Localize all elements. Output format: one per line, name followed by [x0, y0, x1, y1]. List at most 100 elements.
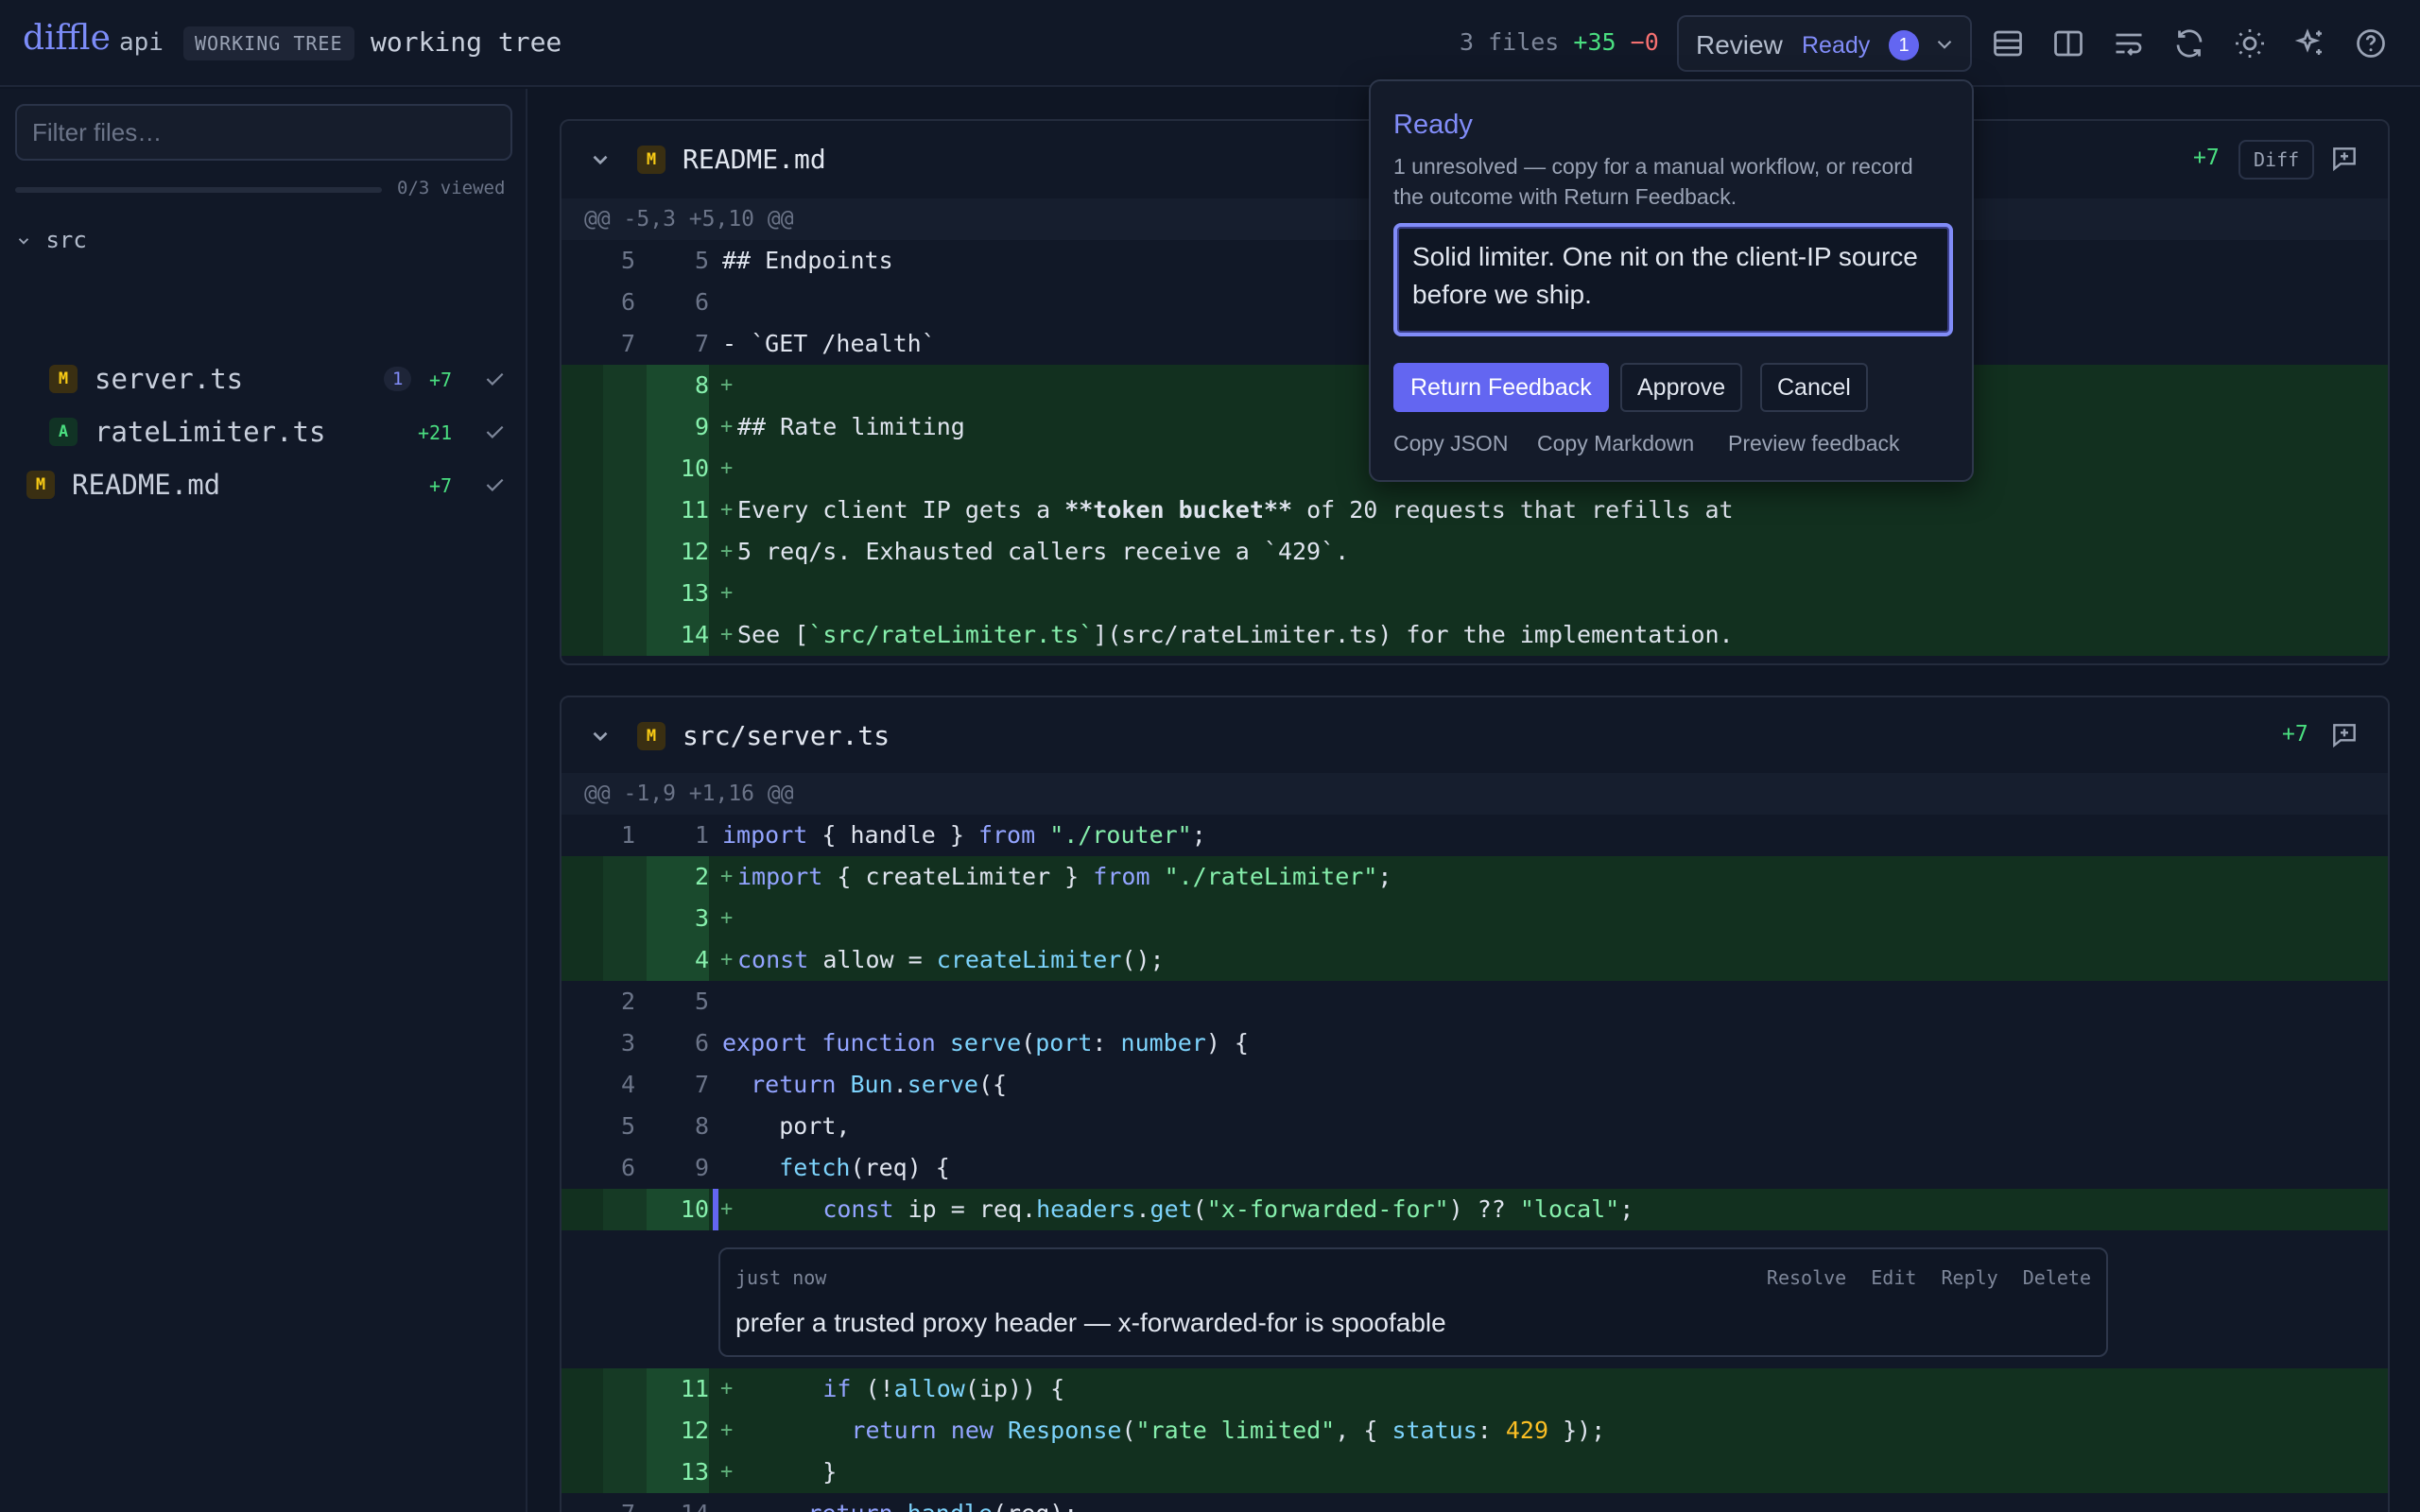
diff-line[interactable]: 6 9 fetch(req) { [562, 1147, 2388, 1189]
code-text: export function serve(port: number) { [722, 1022, 1249, 1064]
added-line[interactable]: 12 +5 req/s. Exhausted callers receive a … [562, 531, 2388, 573]
file-item-server[interactable]: M server.ts 1 +7 [0, 353, 526, 404]
diff-line[interactable]: 25 [562, 981, 2388, 1022]
edit-button[interactable]: Edit [1871, 1266, 1916, 1289]
old-gutter [603, 365, 647, 406]
filter-files-input[interactable]: Filter files… [15, 104, 512, 161]
code-segment: ( [1021, 1029, 1036, 1057]
diff-line[interactable]: 3 6 export function serve(port: number) { [562, 1022, 2388, 1064]
copy-markdown-link[interactable]: Copy Markdown [1537, 431, 1694, 456]
added-line[interactable]: 11 + Every client IP gets a **token bucket… [562, 490, 2388, 531]
added-line[interactable]: 3 + [562, 898, 2388, 939]
unified-view-icon[interactable] [1991, 26, 2025, 60]
app-logo[interactable]: diffle [23, 19, 111, 58]
approve-button[interactable]: Approve [1620, 363, 1743, 412]
new-line-number: 14 [645, 1493, 709, 1512]
plus-sign: + [720, 1460, 734, 1484]
new-line-number: 7 [694, 1071, 709, 1098]
split-view-icon[interactable] [2051, 26, 2085, 60]
delete-button[interactable]: Delete [2023, 1266, 2091, 1289]
code-segment: : [1477, 1417, 1506, 1444]
comment-actions: Resolve Edit Reply Delete [1754, 1266, 2091, 1289]
add-comment-icon[interactable] [2329, 720, 2360, 750]
old-line-number: 7 [620, 330, 635, 357]
type: number [1120, 1029, 1206, 1057]
resolve-button[interactable]: Resolve [1767, 1266, 1846, 1289]
viewed-check-icon[interactable] [482, 420, 507, 444]
viewed-check-icon[interactable] [482, 472, 507, 497]
help-icon[interactable] [2354, 26, 2388, 60]
string: "./router" [1049, 821, 1192, 849]
code-text: const ip = req.headers.get("x-forwarded-… [737, 1189, 1634, 1230]
code-segment: . [892, 1071, 908, 1098]
added-badge: A [49, 418, 78, 446]
added-line[interactable]: 13 + } [562, 1452, 2388, 1493]
diff-line[interactable]: 4 7 return Bun.serve({ [562, 1064, 2388, 1106]
chevron-down-icon [1937, 40, 1952, 49]
diff-toggle-button[interactable]: Diff [2238, 140, 2315, 180]
old-line-number: 5 [620, 247, 635, 274]
hunk-header: @@ -1,9 +1,16 @@ [562, 773, 2388, 815]
added-line[interactable]: 14 + See [`src/rateLimiter.ts`](src/rateLi… [562, 614, 2388, 656]
old-gutter [603, 1189, 647, 1230]
code-segment: ({ [977, 1071, 1008, 1098]
added-line[interactable]: 2 + import { createLimiter } from "./rateL… [562, 856, 2388, 898]
feedback-textarea[interactable]: Solid limiter. One nit on the client-IP … [1393, 223, 1953, 336]
return-feedback-button[interactable]: Return Feedback [1393, 363, 1609, 412]
refresh-icon[interactable] [2172, 26, 2206, 60]
new-line-number: 5 [694, 988, 709, 1015]
added-line[interactable]: 13 + [562, 573, 2388, 614]
diff-line[interactable]: 7 14 return handle(req); [562, 1493, 2388, 1512]
old-gutter [603, 1368, 647, 1410]
modified-badge: M [637, 146, 666, 174]
selection-marker [713, 1189, 718, 1230]
new-line-number: 2 [647, 856, 709, 898]
param: port [1035, 1029, 1093, 1057]
theme-sun-icon[interactable] [2233, 26, 2267, 60]
modified-badge: M [26, 471, 55, 499]
diff-line[interactable]: 1 1 import { handle } from "./router"; [562, 815, 2388, 856]
added-count: +7 [429, 369, 453, 391]
comment-count-badge: 1 [384, 367, 412, 391]
preview-feedback-link[interactable]: Preview feedback [1728, 431, 1900, 456]
reply-button[interactable]: Reply [1941, 1266, 1997, 1289]
old-line-number: 7 [562, 1493, 635, 1512]
added-line[interactable]: 11 + if (!allow(ip)) { [562, 1368, 2388, 1410]
repo-name: api [119, 28, 164, 57]
sparkles-icon[interactable] [2293, 26, 2327, 60]
plus-sign: + [720, 948, 734, 971]
review-button[interactable]: Review Ready 1 [1677, 15, 1972, 72]
file-item-readme[interactable]: M README.md +7 [0, 459, 526, 510]
keyword: const [737, 946, 809, 973]
viewed-check-icon[interactable] [482, 367, 507, 391]
cancel-button[interactable]: Cancel [1760, 363, 1868, 412]
collapse-chevron-icon[interactable] [588, 147, 613, 172]
keyword: new [950, 1417, 994, 1444]
file-item-ratelimiter[interactable]: A rateLimiter.ts +21 [0, 406, 526, 457]
old-gutter [603, 1410, 647, 1452]
folder-src[interactable]: src [15, 227, 87, 253]
add-comment-icon[interactable] [2329, 144, 2360, 174]
plus-sign: + [720, 623, 734, 646]
new-line-number: 12 [647, 1410, 709, 1452]
old-gutter [603, 406, 647, 448]
code-segment: { createLimiter } [822, 863, 1094, 890]
diff-line[interactable]: 5 8 port, [562, 1106, 2388, 1147]
code-segment: , { [1335, 1417, 1392, 1444]
keyword: return [751, 1071, 837, 1098]
wrap-lines-icon[interactable] [2112, 26, 2146, 60]
folder-label: src [45, 227, 87, 253]
code-text: return Bun.serve({ [722, 1064, 1007, 1106]
plus-sign: + [720, 1418, 734, 1442]
added-line-selected[interactable]: 10 + const ip = req.headers.get("x-forwar… [562, 1189, 2388, 1230]
keyword: const [822, 1195, 894, 1223]
collapse-chevron-icon[interactable] [588, 724, 613, 748]
copy-json-link[interactable]: Copy JSON [1393, 431, 1508, 456]
added-line[interactable]: 4 + const allow = createLimiter(); [562, 939, 2388, 981]
new-line-number: 9 [694, 1154, 709, 1181]
added-line[interactable]: 12 + return new Response("rate limited", … [562, 1410, 2388, 1452]
